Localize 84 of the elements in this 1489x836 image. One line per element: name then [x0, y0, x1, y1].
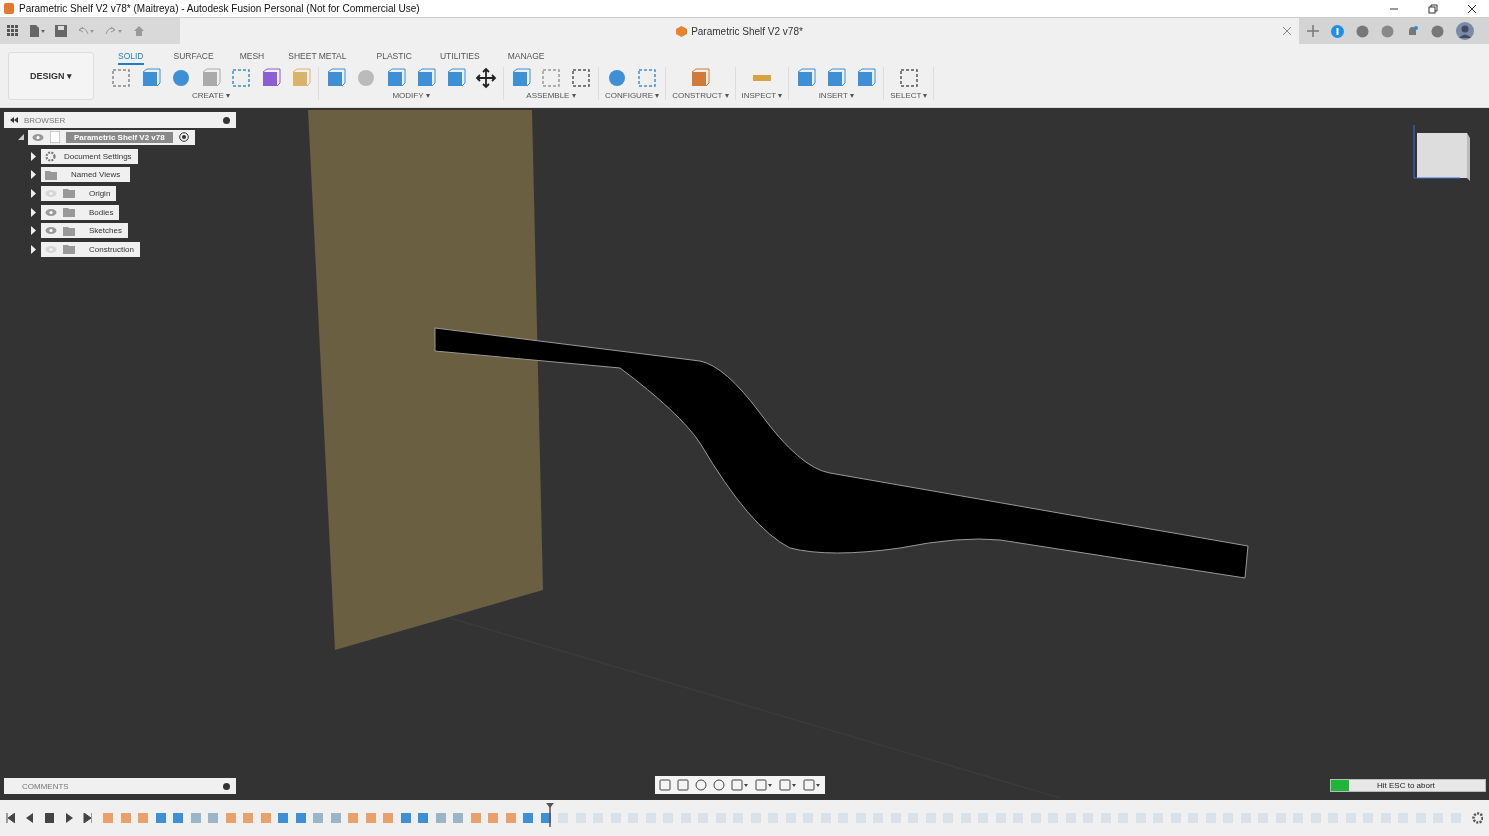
file-icon[interactable] [29, 25, 45, 37]
timeline-feature-icon[interactable] [294, 812, 307, 824]
toolbar-tab[interactable]: MANAGE [507, 51, 545, 65]
timeline-marker-icon[interactable] [546, 803, 555, 827]
timeline-feature-icon[interactable] [399, 812, 412, 824]
tree-label: Named Views [71, 170, 121, 180]
timeline-feature-icon[interactable] [417, 812, 430, 824]
redo-icon[interactable] [105, 25, 123, 37]
upload-icon[interactable] [1331, 24, 1344, 38]
tree-label: Parametric Shelf V2 v78 [66, 131, 173, 143]
panel-title: COMMENTS [21, 781, 70, 791]
folder-icon [63, 188, 75, 199]
toolbar-group-menu[interactable]: INSPECT ▾ [741, 91, 783, 100]
toolbar-tab[interactable]: MESH [239, 51, 265, 65]
tree-label: Bodies [89, 207, 114, 217]
timeline-feature-icon[interactable] [154, 812, 167, 824]
toolbar-group-menu[interactable]: INSERT ▾ [818, 91, 854, 100]
toolbar-tab[interactable]: UTILITIES [439, 51, 480, 65]
tree-node[interactable]: Bodies [41, 204, 120, 220]
app-icon [4, 3, 14, 14]
undo-icon[interactable] [77, 25, 95, 37]
tree-label: Origin [89, 188, 111, 198]
folder-icon [63, 244, 75, 255]
comments-panel-header[interactable]: COMMENTS [4, 778, 236, 794]
toolbar-group-menu[interactable]: CREATE ▾ [191, 91, 231, 100]
previous-icon[interactable] [25, 813, 35, 823]
view-cube-drawing[interactable] [1413, 124, 1470, 181]
timeline-feature-icon[interactable] [172, 812, 185, 824]
timeline-feature-icon[interactable] [522, 812, 535, 824]
tree-label: Document Settings [64, 151, 132, 161]
toolbar-group-menu[interactable]: CONSTRUCT ▾ [672, 91, 729, 100]
apps-grid-icon[interactable] [7, 25, 19, 37]
eye-icon[interactable] [32, 132, 44, 142]
tree-node[interactable]: Document Settings [41, 148, 138, 164]
restore-icon[interactable] [1428, 3, 1438, 14]
collapse-arrow-icon[interactable] [18, 134, 24, 141]
window-title: Parametric Shelf V2 v78* (Maitreya) - Autodesk Fusion Personal (Not for Commercial Use) [19, 3, 421, 14]
move-icon[interactable] [475, 67, 497, 89]
toolbar-tab[interactable]: SHEET METAL [288, 51, 347, 65]
tree-node[interactable]: Construction [41, 241, 140, 257]
eye-icon[interactable] [45, 244, 57, 254]
bell-icon[interactable] [1406, 24, 1419, 38]
tree-label: Construction [89, 244, 134, 254]
extrude-icon[interactable] [140, 67, 162, 89]
toolbar-tab[interactable]: SOLID [118, 51, 144, 65]
close-icon[interactable] [1467, 3, 1477, 14]
design-button[interactable]: DESIGN ▾ [8, 51, 94, 100]
avatar-icon[interactable] [1456, 22, 1474, 40]
timeline-feature-icon[interactable] [277, 812, 290, 824]
progress-label: Hit ESC to abort [1377, 781, 1435, 790]
toolbar-group-menu[interactable]: SELECT ▾ [890, 91, 928, 100]
folder-icon [45, 169, 57, 180]
document-icon [676, 25, 688, 37]
folder-icon [63, 207, 75, 218]
save-icon[interactable] [55, 25, 67, 37]
play-icon[interactable] [63, 813, 74, 823]
timeline-feature-icon[interactable] [539, 812, 552, 824]
folder-icon [63, 225, 75, 236]
home-icon[interactable] [133, 25, 145, 37]
tree-label: Sketches [89, 226, 122, 236]
eye-icon[interactable] [45, 226, 57, 236]
first-frame-icon[interactable] [6, 813, 16, 823]
toolbar-tab[interactable]: PLASTIC [376, 51, 412, 65]
settings-icon[interactable] [1471, 812, 1484, 824]
eye-icon[interactable] [45, 207, 57, 217]
stop-icon[interactable] [44, 813, 54, 823]
collapse-icon[interactable] [10, 117, 18, 123]
gear-icon [45, 150, 56, 162]
toolbar-tab[interactable]: SURFACE [173, 51, 214, 65]
browser-panel-header[interactable]: BROWSER [4, 112, 236, 128]
panel-title: BROWSER [24, 115, 67, 125]
tree-node[interactable]: Named Views [41, 167, 131, 183]
toolbar-group-menu[interactable]: CONFIGURE ▾ [605, 91, 660, 100]
last-frame-icon[interactable] [83, 813, 93, 823]
add-icon[interactable] [223, 782, 230, 790]
pin-icon[interactable] [223, 116, 230, 124]
eye-icon[interactable] [45, 188, 57, 198]
tree-node[interactable]: Origin [41, 185, 117, 201]
toolbar-group-menu[interactable]: MODIFY ▾ [392, 91, 430, 100]
toolbar-group-menu[interactable]: ASSEMBLE ▾ [526, 91, 576, 100]
tree-node[interactable]: Sketches [41, 223, 128, 239]
document-icon [50, 131, 60, 144]
plus-icon[interactable] [1307, 25, 1319, 37]
radio-icon[interactable] [178, 132, 189, 143]
